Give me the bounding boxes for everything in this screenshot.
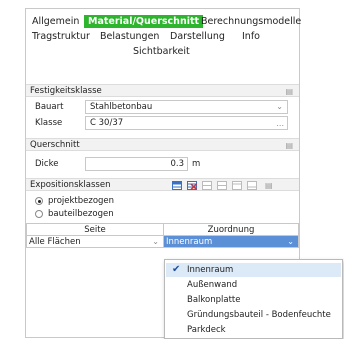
dicke-input[interactable]: 0.3 [85, 157, 188, 171]
dropdown-option-gruendungsbauteil[interactable]: Gründungsbauteil - Bodenfeuchte [166, 308, 341, 322]
toolbar: ▤ [172, 181, 292, 191]
move-down-icon [247, 181, 257, 190]
dropdown-option-aussenwand[interactable]: Außenwand [166, 278, 341, 292]
tab-material-querschnitt[interactable]: Material/Querschnitt [84, 15, 204, 28]
dropdown-option-label: Balkonplatte [187, 295, 241, 305]
section-querschnitt-header[interactable]: Querschnitt ▤ [26, 138, 299, 151]
dicke-unit: m [192, 159, 201, 169]
klasse-label: Klasse [35, 118, 63, 128]
bauart-label: Bauart [35, 102, 64, 112]
collapse-icon[interactable]: ▤ [265, 179, 273, 192]
radio-bauteilbezogen-label: bauteilbezogen [48, 209, 114, 219]
section-festigkeitsklasse-header[interactable]: Festigkeitsklasse ▤ [26, 84, 299, 97]
dicke-label: Dicke [35, 159, 59, 169]
insert-row-below-icon [217, 181, 227, 190]
dropdown-option-balkonplatte[interactable]: Balkonplatte [166, 293, 341, 307]
bauart-select[interactable]: Stahlbetonbau ⌄ [85, 100, 288, 114]
dropdown-option-parkdeck[interactable]: Parkdeck [166, 323, 341, 337]
tab-allgemein[interactable]: Allgemein [32, 16, 79, 27]
radio-projektbezogen[interactable] [35, 197, 43, 205]
section-title: Querschnitt [30, 140, 80, 150]
chevron-down-icon: ⌄ [276, 102, 283, 111]
collapse-icon[interactable]: ▤ [285, 85, 293, 98]
bauart-value: Stahlbetonbau [90, 102, 153, 112]
dropdown-option-label: Innenraum [187, 265, 234, 275]
tab-berechnungsmodelle[interactable]: Berechnungsmodelle [201, 16, 301, 27]
delete-row-icon[interactable] [187, 181, 197, 190]
cell-zuordnung-value: Innenraum [166, 237, 213, 247]
dropdown-option-innenraum[interactable]: ✔ Innenraum [166, 263, 341, 277]
chevron-down-icon: ⌄ [152, 237, 159, 246]
add-row-icon[interactable] [172, 181, 182, 190]
dropdown-option-label: Außenwand [187, 280, 238, 290]
section-title: Expositionsklassen [30, 180, 111, 190]
cell-zuordnung[interactable]: Innenraum ⌄ [163, 235, 299, 248]
tab-bar: Allgemein Material/Querschnitt Berechnun… [26, 9, 301, 79]
collapse-icon[interactable]: ▤ [285, 139, 293, 152]
dropdown-option-label: Gründungsbauteil - Bodenfeuchte [187, 310, 331, 320]
tab-info[interactable]: Info [242, 31, 260, 42]
checkmark-icon: ✔ [172, 264, 181, 275]
tab-belastungen[interactable]: Belastungen [100, 31, 159, 42]
cell-seite[interactable]: Alle Flächen ⌄ [26, 235, 164, 248]
section-expositionsklassen-header[interactable]: Expositionsklassen ▤ [26, 178, 299, 191]
radio-bauteilbezogen[interactable] [35, 210, 43, 218]
zuordnung-dropdown-list: ✔ Innenraum Außenwand Balkonplatte Gründ… [164, 259, 343, 339]
dropdown-option-label: Parkdeck [187, 325, 226, 335]
radio-projektbezogen-label: projektbezogen [48, 196, 115, 206]
tab-darstellung[interactable]: Darstellung [170, 31, 225, 42]
klasse-field[interactable]: C 30/37 ... [85, 116, 288, 130]
tab-tragstruktur[interactable]: Tragstruktur [32, 31, 90, 42]
move-up-icon [232, 181, 242, 190]
klasse-value: C 30/37 [90, 118, 124, 128]
chevron-down-icon: ⌄ [287, 237, 294, 246]
section-title: Festigkeitsklasse [30, 86, 102, 96]
insert-row-above-icon [202, 181, 212, 190]
cell-seite-value: Alle Flächen [29, 237, 81, 247]
tab-sichtbarkeit[interactable]: Sichtbarkeit [133, 46, 190, 57]
dicke-value: 0.3 [170, 159, 184, 169]
klasse-browse-button[interactable]: ... [276, 118, 284, 129]
